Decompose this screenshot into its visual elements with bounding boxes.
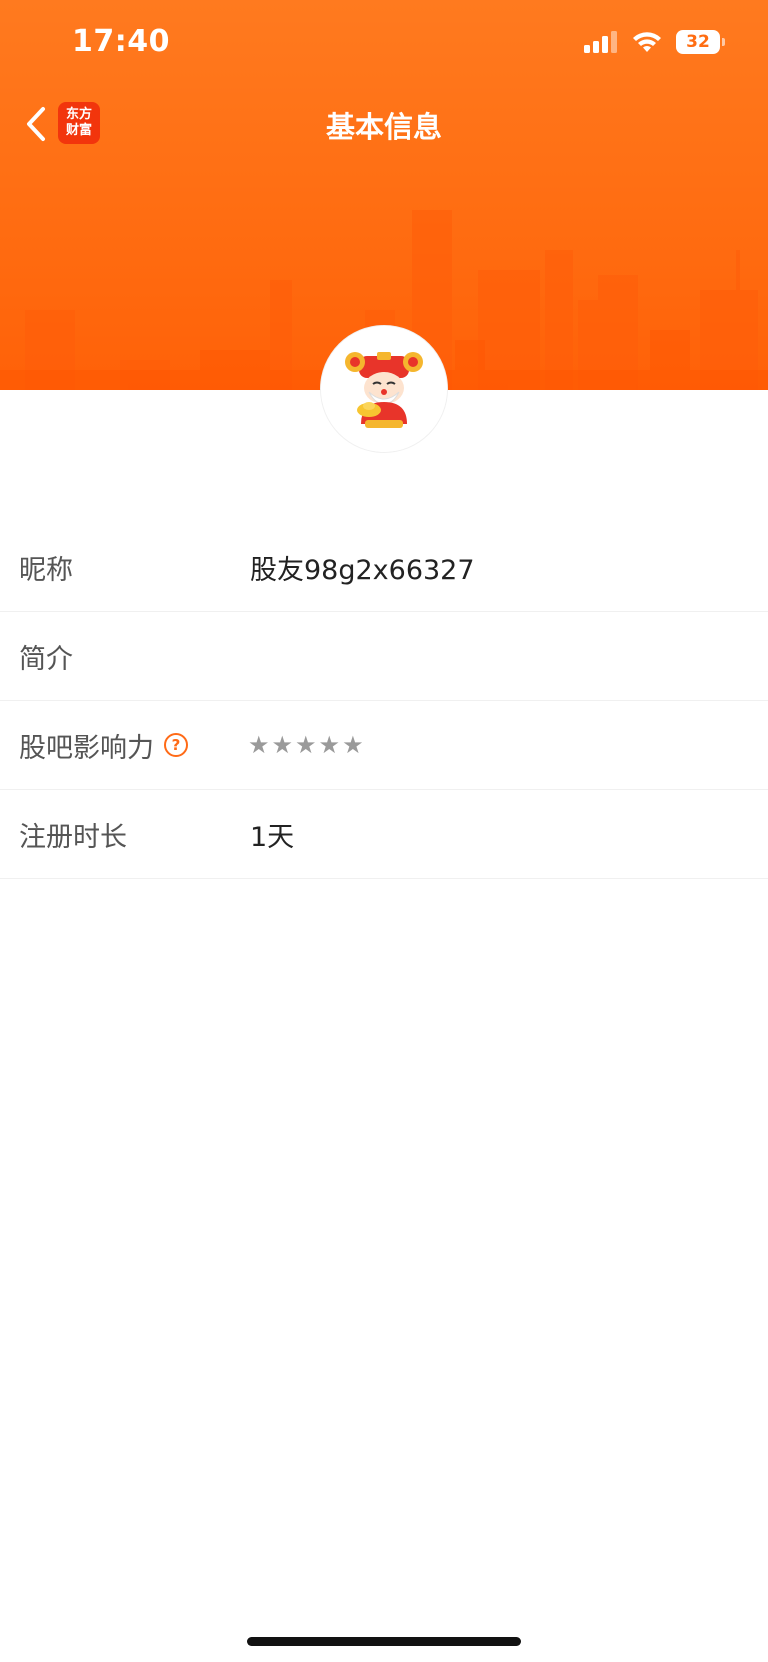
influence-row: 股吧影响力 ? ★ ★ ★ ★ ★ [0,701,768,790]
page-title: 基本信息 [325,110,442,144]
star-icon: ★ [271,731,294,759]
star-icon: ★ [248,731,270,759]
influence-label: 股吧影响力 [19,732,154,764]
nickname-label: 昵称 [19,554,73,586]
status-icons: 32 [584,30,725,54]
registration-label: 注册时长 [19,821,127,853]
bio-row[interactable]: 简介 [0,612,768,701]
avatar[interactable] [321,326,447,452]
star-icon: ★ [342,731,364,759]
star-icon: ★ [295,731,317,759]
caishen-avatar-icon [321,326,447,452]
bio-label: 简介 [19,643,73,675]
status-bar: 17:40 32 [0,0,768,88]
star-icon: ★ [318,731,341,759]
status-time: 17:40 [72,24,170,59]
registration-row: 注册时长 1天 [0,790,768,879]
battery-level: 32 [686,32,710,52]
navigation-bar: 东方 财富 基本信息 [0,90,768,160]
home-indicator[interactable] [247,1637,521,1646]
cellular-signal-icon [584,31,617,53]
battery-icon: 32 [676,30,725,54]
nickname-row[interactable]: 昵称 股友98g2x66327 [0,523,768,612]
wifi-icon [633,32,661,52]
info-list: 昵称 股友98g2x66327 简介 股吧影响力 ? ★ ★ ★ ★ ★ 注册时长 1天 [0,523,768,879]
influence-rating: ★ ★ ★ ★ ★ [248,731,364,759]
nickname-value: 股友98g2x66327 [250,554,475,586]
question-circle-icon[interactable]: ? [164,733,188,757]
registration-value: 1天 [250,821,295,853]
influence-label-group: 股吧影响力 ? [19,726,188,765]
